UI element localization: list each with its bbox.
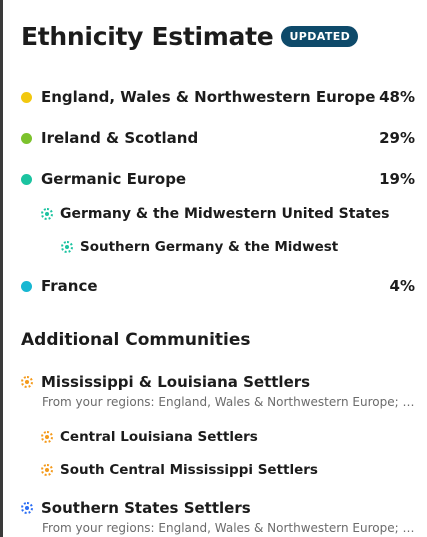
subregion-ring-icon: [61, 241, 73, 253]
community-description: From your regions: England, Wales & Nort…: [42, 521, 415, 535]
subregion-row-germany-midwest[interactable]: Germany & the Midwestern United States: [41, 206, 415, 222]
region-row-france[interactable]: France 4%: [21, 277, 415, 295]
region-percent: 29%: [379, 129, 415, 147]
region-row-germanic-europe[interactable]: Germanic Europe 19%: [21, 170, 415, 188]
region-row-england-wales-nw-europe[interactable]: England, Wales & Northwestern Europe 48%: [21, 88, 415, 106]
community-row-mississippi-louisiana[interactable]: Mississippi & Louisiana Settlers: [21, 373, 415, 391]
region-color-dot: [21, 280, 32, 292]
region-row-ireland-scotland[interactable]: Ireland & Scotland 29%: [21, 129, 415, 147]
region-color-dot: [21, 91, 32, 103]
community-label: Mississippi & Louisiana Settlers: [41, 373, 311, 391]
community-label: Southern States Settlers: [41, 499, 251, 517]
region-label: Ireland & Scotland: [41, 129, 199, 147]
subregion-label: Germany & the Midwestern United States: [60, 206, 390, 222]
community-description: From your regions: England, Wales & Nort…: [42, 395, 415, 409]
region-percent: 4%: [389, 277, 415, 295]
community-ring-icon: [41, 431, 53, 443]
community-label: Central Louisiana Settlers: [60, 429, 258, 445]
region-label: England, Wales & Northwestern Europe: [41, 88, 376, 106]
community-ring-icon: [21, 502, 33, 514]
region-color-dot: [21, 132, 32, 144]
region-label: Germanic Europe: [41, 170, 187, 188]
region-percent: 19%: [379, 170, 415, 188]
subregion-ring-icon: [41, 208, 53, 220]
subregion-row-southern-germany-midwest[interactable]: Southern Germany & the Midwest: [61, 239, 415, 255]
region-percent: 48%: [379, 88, 415, 106]
left-border: [0, 0, 3, 537]
community-label: South Central Mississippi Settlers: [60, 462, 318, 478]
header: Ethnicity Estimate UPDATED: [21, 22, 359, 51]
community-ring-icon: [41, 464, 53, 476]
community-row-south-central-mississippi[interactable]: South Central Mississippi Settlers: [41, 462, 415, 478]
community-row-southern-states[interactable]: Southern States Settlers: [21, 499, 415, 517]
region-label: France: [41, 277, 98, 295]
community-row-central-louisiana[interactable]: Central Louisiana Settlers: [41, 429, 415, 445]
page-title: Ethnicity Estimate: [21, 22, 274, 51]
subregion-label: Southern Germany & the Midwest: [80, 239, 339, 255]
updated-badge: UPDATED: [281, 26, 359, 47]
section-title-additional-communities: Additional Communities: [21, 330, 251, 350]
region-color-dot: [21, 173, 32, 185]
community-ring-icon: [21, 376, 33, 388]
